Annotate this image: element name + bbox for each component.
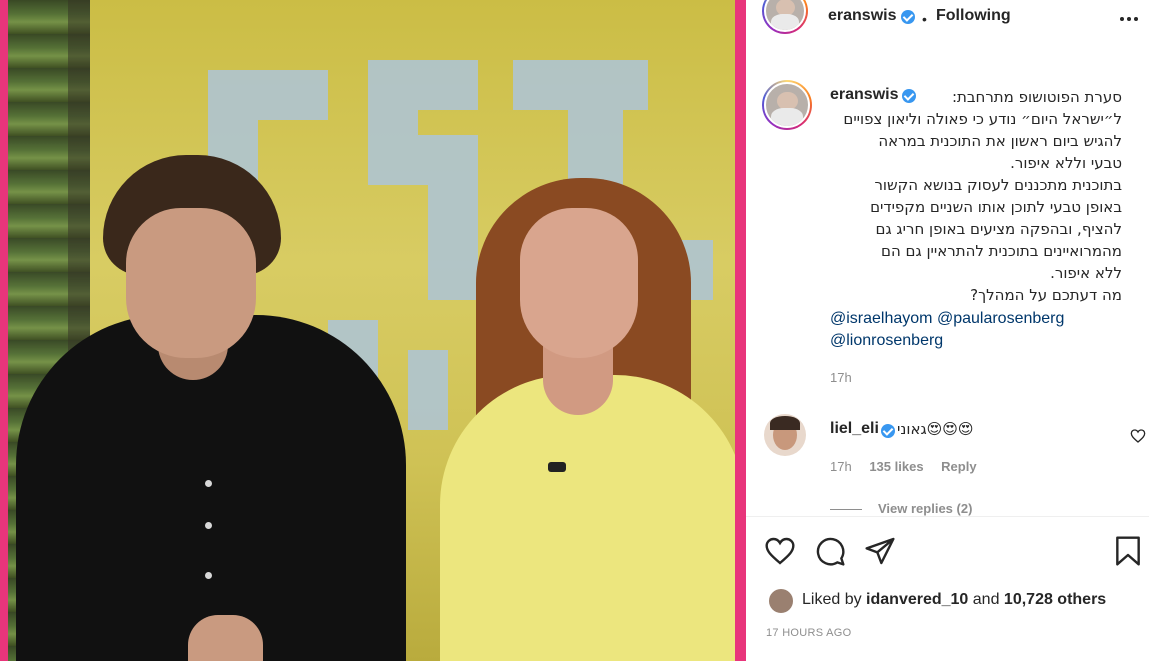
caption-line: ללא איפור. [1050,264,1122,282]
host-woman-blouse [440,375,735,661]
likes-text[interactable]: Liked by idanvered_10 and 10,728 others [802,591,1106,609]
paper-plane-icon[interactable] [864,535,896,567]
shirt-button [205,522,212,529]
caption-line: בתוכנית מתכננים לעסוק בנושא הקשור [874,176,1122,194]
author-username[interactable]: eranswis [828,7,896,25]
view-replies-link[interactable]: View replies (2) [830,501,972,516]
host-man-face [126,208,256,358]
commenter-username[interactable]: liel_eli [830,420,879,438]
shirt-button [205,480,212,487]
caption-line: באופן טבעי לתוכן אותו השניים מקפידים [870,198,1122,216]
mention-link[interactable]: @lionrosenberg [830,332,943,349]
author-avatar[interactable] [762,0,808,34]
post-timestamp[interactable]: 17 HOURS AGO [766,627,852,639]
likes-prefix: Liked by [802,591,867,608]
verified-badge-icon [901,10,915,24]
liker-avatar[interactable] [768,588,794,614]
comment-timestamp[interactable]: 17h [830,459,852,474]
caption-mentions: @israelhayom @paularosenberg @lionrosenb… [830,308,1064,352]
caption-timestamp[interactable]: 17h [830,370,852,385]
verified-badge-icon [881,424,895,438]
caption-line: להגיש ביום ראשון את התוכנית במראה [878,132,1122,150]
caption-line: מה דעתכם על המהלך? [970,286,1122,304]
commenter-avatar[interactable] [764,414,806,456]
post-photo[interactable] [8,0,735,661]
header-separator: • [922,11,927,27]
comment-bubble-icon[interactable] [814,535,846,567]
shirt-button [205,572,212,579]
likes-middle: and [968,591,1004,608]
center-frame-border [735,0,746,661]
following-button[interactable]: Following [936,7,1011,25]
lapel-microphone [548,462,566,472]
bookmark-icon[interactable] [1112,535,1144,567]
liker-username[interactable]: idanvered_10 [866,591,968,608]
likes-summary: Liked by idanvered_10 and 10,728 others [746,588,1149,616]
caption-line: להציף, ובהפקה מציעים באופן חריג גם [875,220,1122,238]
host-woman-face [520,208,638,358]
caption-line: מהמרואיינים בתוכנית להתראיין גם הם [881,242,1122,260]
caption-text: סערת הפוטושופ מתרחבת: ל״ישראל היום״ נודע… [830,86,1122,306]
caption-line: ל״ישראל היום״ נודע כי פאולה וליאון צפויי… [843,110,1122,128]
post-actions-bar [746,516,1149,582]
comment-likes-count[interactable]: 135 likes [869,459,923,474]
likes-others-count[interactable]: 10,728 others [1004,591,1106,608]
heart-outline-icon[interactable] [1130,428,1146,444]
comment-meta: 17h 135 likes Reply [830,459,991,474]
more-horizontal-icon[interactable] [1118,8,1140,30]
reply-button[interactable]: Reply [941,459,976,474]
comment-text: גאוני😍😍😍 [897,420,974,438]
post-side-panel: eranswis • Following eranswis סערת הפוטו… [746,0,1149,661]
caption-line: סערת הפוטושופ מתרחבת: [951,88,1122,106]
left-frame-border [0,0,8,661]
mention-link[interactable]: @israelhayom [830,310,933,327]
heart-icon[interactable] [764,535,796,567]
mention-link[interactable]: @paularosenberg [937,310,1064,327]
comment-item: liel_eli גאוני😍😍😍 17h 135 likes Reply Vi… [746,410,1149,516]
caption-author-avatar[interactable] [762,80,812,130]
host-man-hand [188,615,263,661]
post-header: eranswis • Following [746,0,1149,36]
caption-line: טבעי וללא איפור. [1010,154,1122,172]
